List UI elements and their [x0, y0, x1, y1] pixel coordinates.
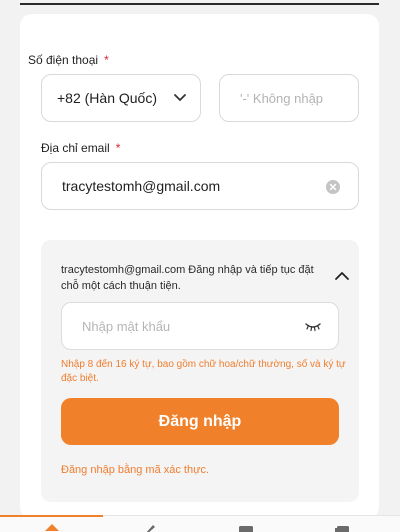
- password-input[interactable]: Nhập mật khẩu: [61, 302, 339, 350]
- phone-label-text: Số điện thoại: [28, 53, 99, 67]
- clear-icon[interactable]: [326, 180, 340, 194]
- email-input[interactable]: tracytestomh@gmail.com: [41, 162, 359, 210]
- required-mark: *: [104, 53, 109, 67]
- list-icon[interactable]: [334, 522, 350, 532]
- chevron-up-icon[interactable]: [334, 270, 350, 282]
- email-value: tracytestomh@gmail.com: [62, 178, 221, 194]
- phone-number-input[interactable]: '-' Không nhập: [219, 74, 359, 122]
- password-placeholder: Nhập mật khẩu: [82, 318, 171, 334]
- login-button[interactable]: Đăng nhập: [61, 398, 339, 445]
- close-icon: [329, 183, 337, 191]
- email-label: Địa chỉ email *: [41, 141, 120, 155]
- password-hint: Nhập 8 đến 16 ký tự, bao gồm chữ hoa/chữ…: [61, 359, 346, 384]
- chevron-down-icon: [174, 94, 186, 101]
- phone-number-placeholder: '-' Không nhập: [240, 90, 324, 106]
- phone-label: Số điện thoại *: [28, 53, 109, 67]
- login-panel: tracytestomh@gmail.com Đăng nhập và tiếp…: [41, 240, 359, 502]
- active-tab-indicator: [0, 515, 103, 517]
- required-mark: *: [115, 141, 121, 155]
- booking-form-card: Số điện thoại * +82 (Hàn Quốc) '-' Không …: [20, 14, 379, 519]
- bottom-navigation: [0, 515, 400, 532]
- country-code-select[interactable]: +82 (Hàn Quốc): [41, 74, 201, 122]
- verification-code-login-link[interactable]: Đăng nhập bằng mã xác thực.: [61, 464, 209, 476]
- top-divider: [20, 3, 379, 5]
- eye-closed-icon[interactable]: [304, 322, 322, 332]
- country-code-value: +82 (Hàn Quốc): [57, 90, 157, 106]
- email-label-text: Địa chỉ email: [41, 141, 110, 155]
- document-icon[interactable]: [238, 522, 254, 532]
- home-icon[interactable]: [44, 522, 60, 532]
- login-message: tracytestomh@gmail.com Đăng nhập và tiếp…: [61, 264, 314, 292]
- pen-icon[interactable]: [141, 522, 157, 532]
